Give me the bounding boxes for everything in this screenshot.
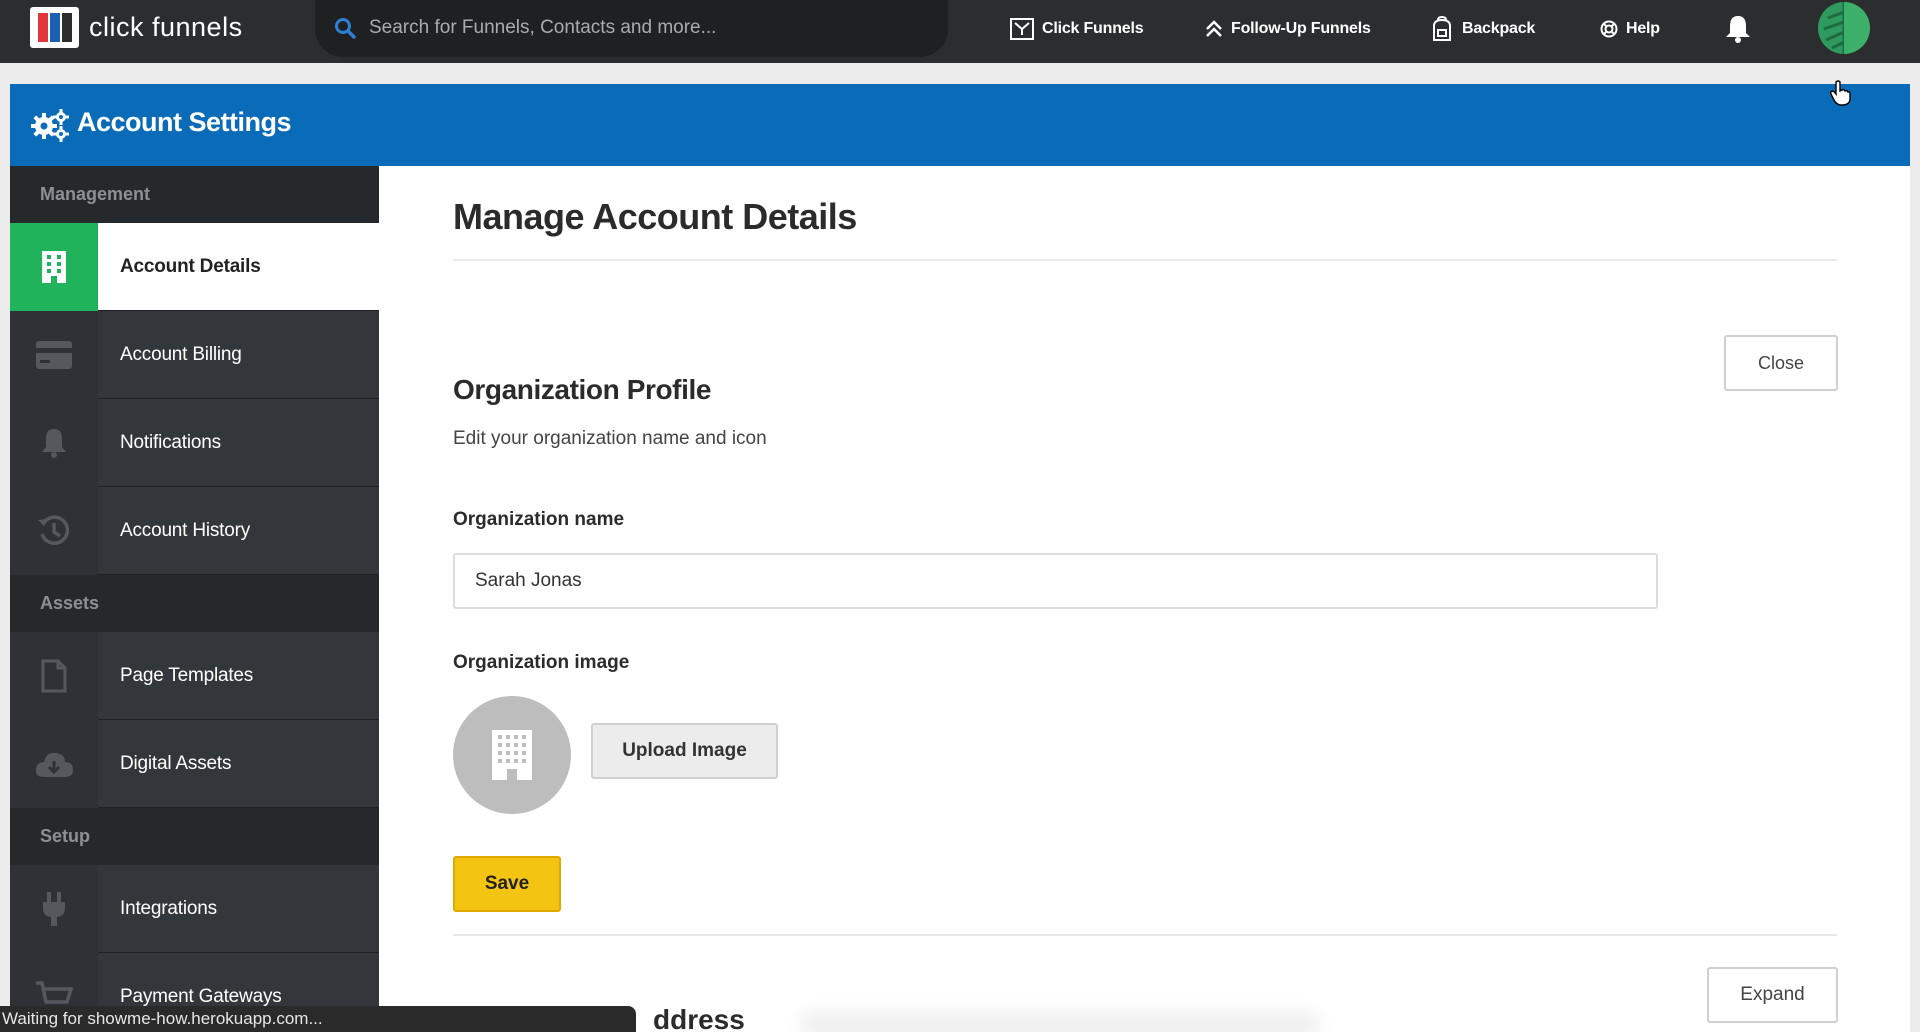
- sidebar-item-digital-assets[interactable]: Digital Assets: [10, 720, 379, 808]
- address-section-title-partial: ddress: [653, 1004, 745, 1032]
- sidebar-item-account-history[interactable]: Account History: [10, 487, 379, 575]
- sidebar-item-label: Notifications: [98, 399, 379, 486]
- expand-button[interactable]: Expand: [1707, 967, 1838, 1023]
- sidebar-item-label: Integrations: [98, 865, 379, 952]
- logo-text: click funnels: [89, 12, 243, 42]
- sidebar-item-label: Page Templates: [98, 632, 379, 719]
- nav-link-follow-up-funnels[interactable]: Follow-Up Funnels: [1205, 0, 1371, 57]
- search-icon: [335, 18, 356, 39]
- divider: [453, 259, 1837, 261]
- account-settings-card: Account Settings Management Account Deta…: [10, 84, 1910, 1032]
- help-icon: [1600, 20, 1618, 37]
- logo-mark-icon: [30, 7, 79, 48]
- nav-link-label: Backpack: [1462, 19, 1536, 37]
- organization-profile-title: Organization Profile: [453, 374, 712, 405]
- clickfunnels-logo[interactable]: click funnels: [30, 7, 243, 48]
- divider: [453, 934, 1837, 936]
- sidebar-item-label: Account Billing: [98, 311, 379, 398]
- page-title: Manage Account Details: [453, 196, 857, 237]
- search-input[interactable]: [369, 12, 929, 44]
- avatar-leaf-icon: [1818, 2, 1870, 54]
- building-icon: [492, 730, 532, 780]
- nav-link-label: Follow-Up Funnels: [1231, 19, 1371, 37]
- cloud-download-icon: [10, 720, 98, 808]
- organization-name-label: Organization name: [453, 509, 625, 530]
- nav-link-backpack[interactable]: Backpack: [1430, 0, 1535, 57]
- search-bar[interactable]: [315, 0, 948, 57]
- sidebar-item-label: Account Details: [98, 223, 379, 310]
- organization-image-label: Organization image: [453, 652, 630, 673]
- account-settings-title: Account Settings: [77, 107, 292, 137]
- clickfunnels-icon: [1010, 17, 1034, 40]
- sidebar-section-assets: Assets: [40, 593, 100, 613]
- top-navbar: click funnels Click Funnels Follow-Up Fu…: [0, 0, 1920, 63]
- sidebar-item-account-billing[interactable]: Account Billing: [10, 311, 379, 399]
- user-avatar[interactable]: [1818, 2, 1870, 54]
- nav-link-help[interactable]: Help: [1600, 0, 1660, 57]
- building-icon: [10, 223, 98, 311]
- nav-link-label: Help: [1626, 19, 1660, 37]
- sidebar-item-label: Digital Assets: [98, 720, 379, 807]
- upload-image-button[interactable]: Upload Image: [591, 723, 778, 779]
- sidebar-item-label: Account History: [98, 487, 379, 574]
- nav-link-label: Click Funnels: [1042, 19, 1144, 37]
- organization-name-input[interactable]: [453, 553, 1658, 609]
- gears-icon: [31, 109, 69, 142]
- organization-profile-subtitle: Edit your organization name and icon: [453, 428, 767, 449]
- plug-icon: [10, 865, 98, 953]
- nav-link-click-funnels[interactable]: Click Funnels: [1010, 0, 1144, 57]
- sidebar-item-account-details[interactable]: Account Details: [10, 223, 379, 311]
- bell-icon: [10, 399, 98, 487]
- organization-image-avatar: [453, 696, 571, 814]
- account-settings-header: Account Settings: [10, 84, 1910, 166]
- file-icon: [10, 632, 98, 720]
- loading-shadow: [800, 1010, 1320, 1032]
- settings-sidebar: Management Account Details Account Billi…: [10, 166, 379, 1032]
- browser-status-bar: Waiting for showme-how.herokuapp.com...: [0, 1006, 636, 1032]
- sidebar-item-notifications[interactable]: Notifications: [10, 399, 379, 487]
- sidebar-item-page-templates[interactable]: Page Templates: [10, 632, 379, 720]
- sidebar-section-management: Management: [40, 184, 151, 204]
- close-button[interactable]: Close: [1724, 335, 1838, 391]
- backpack-icon: [1433, 15, 1451, 41]
- hand-cursor-icon: [1830, 80, 1851, 106]
- save-button[interactable]: Save: [453, 856, 561, 912]
- chevrons-up-icon: [1206, 19, 1222, 37]
- sidebar-item-integrations[interactable]: Integrations: [10, 865, 379, 953]
- history-icon: [10, 487, 98, 575]
- credit-card-icon: [10, 311, 98, 399]
- notifications-bell-icon[interactable]: [1724, 14, 1752, 44]
- sidebar-section-setup: Setup: [40, 826, 91, 846]
